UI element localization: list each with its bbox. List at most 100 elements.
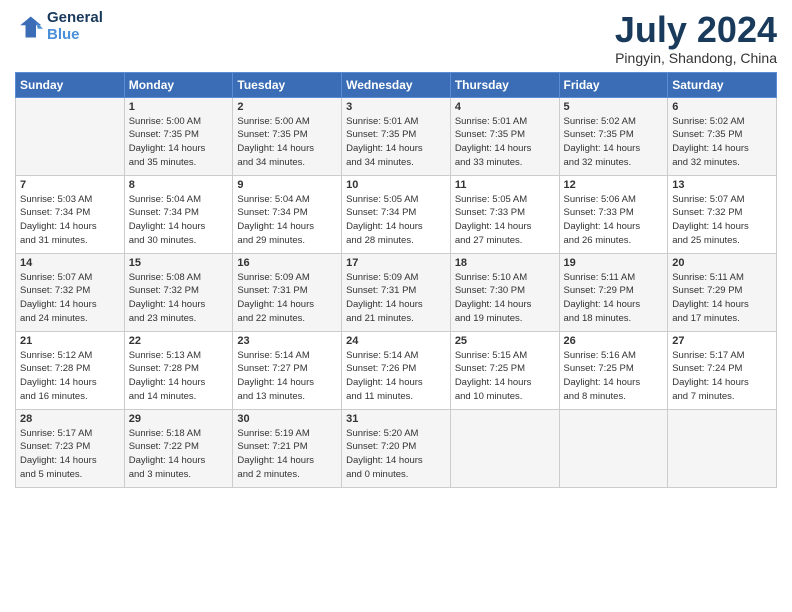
day-info: Sunrise: 5:15 AMSunset: 7:25 PMDaylight:… [455, 349, 555, 404]
day-number: 14 [20, 257, 120, 269]
day-number: 12 [564, 179, 664, 191]
day-number: 29 [129, 413, 229, 425]
calendar-body: 1 Sunrise: 5:00 AMSunset: 7:35 PMDaylight… [16, 97, 777, 487]
day-info: Sunrise: 5:10 AMSunset: 7:30 PMDaylight:… [455, 271, 555, 326]
weekday-header: Monday [124, 72, 233, 97]
day-info: Sunrise: 5:02 AMSunset: 7:35 PMDaylight:… [564, 115, 664, 170]
calendar-cell: 5 Sunrise: 5:02 AMSunset: 7:35 PMDaylight… [559, 97, 668, 175]
title-area: July 2024 Pingyin, Shandong, China [615, 10, 777, 66]
day-number: 5 [564, 101, 664, 113]
day-number: 10 [346, 179, 446, 191]
day-info: Sunrise: 5:05 AMSunset: 7:34 PMDaylight:… [346, 193, 446, 248]
day-info: Sunrise: 5:11 AMSunset: 7:29 PMDaylight:… [564, 271, 664, 326]
day-number: 24 [346, 335, 446, 347]
day-number: 13 [672, 179, 772, 191]
day-info: Sunrise: 5:02 AMSunset: 7:35 PMDaylight:… [672, 115, 772, 170]
calendar-cell [16, 97, 125, 175]
logo: General Blue [15, 10, 103, 43]
day-info: Sunrise: 5:04 AMSunset: 7:34 PMDaylight:… [237, 193, 337, 248]
calendar-cell: 28Sunrise: 5:17 AMSunset: 7:23 PMDayligh… [16, 409, 125, 487]
calendar-header: SundayMondayTuesdayWednesdayThursdayFrid… [16, 72, 777, 97]
logo-line2: Blue [47, 27, 103, 44]
calendar-cell: 8 Sunrise: 5:04 AMSunset: 7:34 PMDaylight… [124, 175, 233, 253]
day-info: Sunrise: 5:06 AMSunset: 7:33 PMDaylight:… [564, 193, 664, 248]
calendar-cell: 17 Sunrise: 5:09 AMSunset: 7:31 PMDayligh… [342, 253, 451, 331]
calendar-cell: 10 Sunrise: 5:05 AMSunset: 7:34 PMDayligh… [342, 175, 451, 253]
logo-line1: General [47, 10, 103, 27]
page: General Blue July 2024 Pingyin, Shandong… [0, 0, 792, 612]
day-info: Sunrise: 5:14 AMSunset: 7:26 PMDaylight:… [346, 349, 446, 404]
day-info: Sunrise: 5:03 AMSunset: 7:34 PMDaylight:… [20, 193, 120, 248]
day-info: Sunrise: 5:09 AMSunset: 7:31 PMDaylight:… [346, 271, 446, 326]
day-number: 6 [672, 101, 772, 113]
day-info: Sunrise: 5:11 AMSunset: 7:29 PMDaylight:… [672, 271, 772, 326]
day-info: Sunrise: 5:08 AMSunset: 7:32 PMDaylight:… [129, 271, 229, 326]
calendar-cell: 7 Sunrise: 5:03 AMSunset: 7:34 PMDaylight… [16, 175, 125, 253]
weekday-header: Wednesday [342, 72, 451, 97]
calendar-cell [450, 409, 559, 487]
weekday-row: SundayMondayTuesdayWednesdayThursdayFrid… [16, 72, 777, 97]
day-number: 28 [20, 413, 120, 425]
calendar-cell: 15 Sunrise: 5:08 AMSunset: 7:32 PMDayligh… [124, 253, 233, 331]
calendar-cell [668, 409, 777, 487]
day-number: 3 [346, 101, 446, 113]
day-number: 20 [672, 257, 772, 269]
day-number: 18 [455, 257, 555, 269]
calendar-week-row: 28Sunrise: 5:17 AMSunset: 7:23 PMDayligh… [16, 409, 777, 487]
calendar-cell: 9 Sunrise: 5:04 AMSunset: 7:34 PMDaylight… [233, 175, 342, 253]
day-number: 31 [346, 413, 446, 425]
day-number: 22 [129, 335, 229, 347]
logo-icon [15, 13, 43, 41]
day-number: 8 [129, 179, 229, 191]
day-number: 7 [20, 179, 120, 191]
weekday-header: Friday [559, 72, 668, 97]
calendar-cell: 31Sunrise: 5:20 AMSunset: 7:20 PMDayligh… [342, 409, 451, 487]
logo-text: General Blue [47, 10, 103, 43]
calendar-week-row: 7 Sunrise: 5:03 AMSunset: 7:34 PMDaylight… [16, 175, 777, 253]
day-number: 26 [564, 335, 664, 347]
day-number: 11 [455, 179, 555, 191]
day-number: 19 [564, 257, 664, 269]
calendar-cell: 1Sunrise: 5:00 AMSunset: 7:35 PMDaylight… [124, 97, 233, 175]
day-number: 30 [237, 413, 337, 425]
calendar-cell: 30 Sunrise: 5:19 AMSunset: 7:21 PMDayligh… [233, 409, 342, 487]
day-number: 4 [455, 101, 555, 113]
calendar-cell: 3Sunrise: 5:01 AMSunset: 7:35 PMDaylight… [342, 97, 451, 175]
day-info: Sunrise: 5:17 AMSunset: 7:24 PMDaylight:… [672, 349, 772, 404]
day-info: Sunrise: 5:18 AMSunset: 7:22 PMDaylight:… [129, 427, 229, 482]
day-info: Sunrise: 5:19 AMSunset: 7:21 PMDaylight:… [237, 427, 337, 482]
day-info: Sunrise: 5:09 AMSunset: 7:31 PMDaylight:… [237, 271, 337, 326]
header: General Blue July 2024 Pingyin, Shandong… [15, 10, 777, 66]
day-info: Sunrise: 5:16 AMSunset: 7:25 PMDaylight:… [564, 349, 664, 404]
weekday-header: Thursday [450, 72, 559, 97]
calendar-cell: 16 Sunrise: 5:09 AMSunset: 7:31 PMDayligh… [233, 253, 342, 331]
day-info: Sunrise: 5:00 AMSunset: 7:35 PMDaylight:… [237, 115, 337, 170]
day-number: 15 [129, 257, 229, 269]
calendar-cell: 25Sunrise: 5:15 AMSunset: 7:25 PMDayligh… [450, 331, 559, 409]
calendar-cell: 2 Sunrise: 5:00 AMSunset: 7:35 PMDaylight… [233, 97, 342, 175]
calendar-cell: 21 Sunrise: 5:12 AMSunset: 7:28 PMDayligh… [16, 331, 125, 409]
day-info: Sunrise: 5:04 AMSunset: 7:34 PMDaylight:… [129, 193, 229, 248]
weekday-header: Tuesday [233, 72, 342, 97]
day-number: 2 [237, 101, 337, 113]
calendar-cell: 22 Sunrise: 5:13 AMSunset: 7:28 PMDayligh… [124, 331, 233, 409]
day-number: 1 [129, 101, 229, 113]
day-info: Sunrise: 5:05 AMSunset: 7:33 PMDaylight:… [455, 193, 555, 248]
day-number: 9 [237, 179, 337, 191]
calendar-table: SundayMondayTuesdayWednesdayThursdayFrid… [15, 72, 777, 488]
calendar-cell: 20 Sunrise: 5:11 AMSunset: 7:29 PMDayligh… [668, 253, 777, 331]
day-number: 17 [346, 257, 446, 269]
day-number: 27 [672, 335, 772, 347]
location: Pingyin, Shandong, China [615, 50, 777, 66]
day-info: Sunrise: 5:13 AMSunset: 7:28 PMDaylight:… [129, 349, 229, 404]
calendar-cell: 26 Sunrise: 5:16 AMSunset: 7:25 PMDayligh… [559, 331, 668, 409]
day-number: 16 [237, 257, 337, 269]
day-number: 23 [237, 335, 337, 347]
day-number: 21 [20, 335, 120, 347]
day-info: Sunrise: 5:12 AMSunset: 7:28 PMDaylight:… [20, 349, 120, 404]
calendar-cell: 14 Sunrise: 5:07 AMSunset: 7:32 PMDayligh… [16, 253, 125, 331]
calendar-cell: 12 Sunrise: 5:06 AMSunset: 7:33 PMDayligh… [559, 175, 668, 253]
calendar-week-row: 21 Sunrise: 5:12 AMSunset: 7:28 PMDayligh… [16, 331, 777, 409]
calendar-cell: 6 Sunrise: 5:02 AMSunset: 7:35 PMDaylight… [668, 97, 777, 175]
day-info: Sunrise: 5:07 AMSunset: 7:32 PMDaylight:… [20, 271, 120, 326]
